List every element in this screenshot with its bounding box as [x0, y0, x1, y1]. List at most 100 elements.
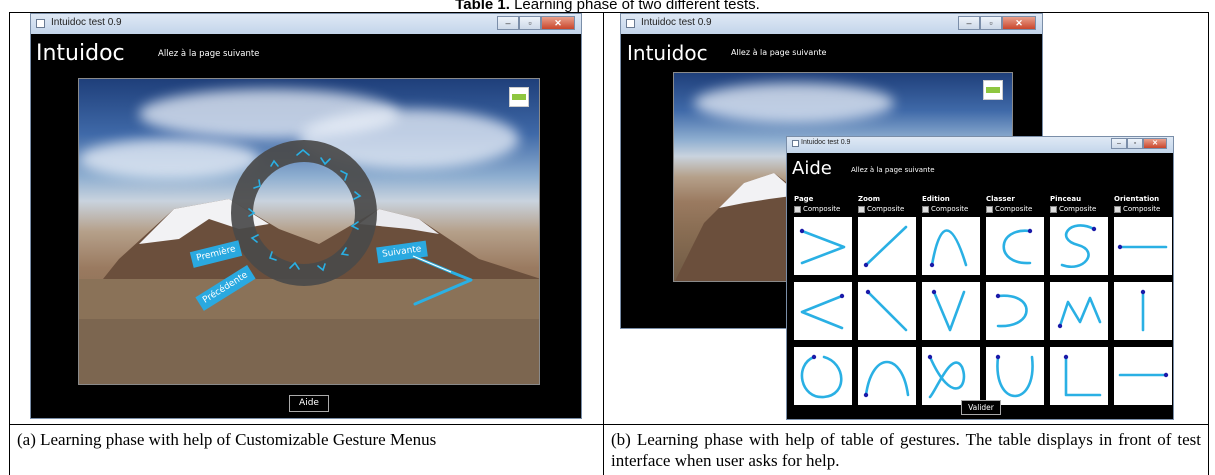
gesture-icon	[863, 360, 910, 398]
gesture-icon	[800, 354, 843, 399]
panel-a-window-title: Intuidoc test 0.9	[51, 17, 122, 28]
composite-label: Composite	[931, 205, 969, 213]
column-header-pinceau: Pinceau	[1050, 195, 1082, 203]
panel-a-app-title: Intuidoc	[36, 41, 125, 66]
close-button[interactable]: ✕	[1143, 138, 1167, 149]
help-titlebar: Intuidoc test 0.9 – ▫ ✕	[787, 137, 1173, 153]
gesture-icon	[1060, 224, 1097, 268]
maximize-button[interactable]: ▫	[519, 16, 541, 30]
composite-label: Composite	[1123, 205, 1161, 213]
composite-label: Composite	[995, 205, 1033, 213]
gesture-cell	[1114, 282, 1172, 340]
gesture-icon	[800, 293, 845, 330]
checkbox-box[interactable]	[1050, 205, 1057, 213]
minimize-button[interactable]: –	[497, 16, 519, 30]
gesture-cell	[986, 282, 1044, 340]
window-controls: – ▫ ✕	[958, 16, 1036, 31]
gesture-cell	[1050, 282, 1108, 340]
column-header-page: Page	[794, 195, 814, 203]
window-icon	[792, 140, 799, 147]
window-icon	[626, 19, 635, 28]
gesture-icon	[1118, 372, 1169, 378]
panel-b-titlebar: Intuidoc test 0.9 – ▫ ✕	[621, 14, 1042, 34]
gesture-cell	[986, 217, 1044, 275]
gesture-icon	[1057, 296, 1102, 329]
help-window-title: Intuidoc test 0.9	[801, 139, 851, 146]
panel-a-caption: (a) Learning phase with help of Customiz…	[17, 430, 437, 449]
table-border-right	[1208, 12, 1209, 475]
gesture-icon	[865, 289, 908, 332]
gesture-menu-ring[interactable]	[229, 138, 379, 288]
gesture-icon	[931, 289, 966, 332]
help-title: Aide	[792, 158, 832, 179]
help-button[interactable]: Aide	[289, 395, 329, 412]
gesture-icon	[863, 225, 908, 268]
checkbox-box[interactable]	[858, 205, 865, 213]
composite-checkbox-page[interactable]: Composite	[794, 205, 840, 213]
maximize-button[interactable]: ▫	[1127, 138, 1143, 149]
table-border-left	[9, 12, 10, 475]
gesture-icon	[1063, 354, 1102, 397]
column-header-zoom: Zoom	[858, 195, 880, 203]
gesture-icon	[929, 229, 968, 268]
table-border-mid	[603, 12, 604, 475]
composite-checkbox-pinceau[interactable]: Composite	[1050, 205, 1096, 213]
gesture-cell	[1114, 217, 1172, 275]
column-header-classer: Classer	[986, 195, 1015, 203]
panel-b-caption: (b) Learning phase with help of table of…	[611, 430, 1201, 470]
checkbox-box[interactable]	[986, 205, 993, 213]
panel-a-window: Intuidoc test 0.9 – ▫ ✕ Intuidoc Allez à…	[30, 13, 582, 419]
composite-checkbox-orientation[interactable]: Composite	[1114, 205, 1160, 213]
composite-label: Composite	[803, 205, 841, 213]
window-icon	[36, 19, 45, 28]
green-indicator-button[interactable]	[509, 87, 529, 107]
validate-button[interactable]: Valider	[961, 400, 1001, 415]
gesture-icon	[995, 293, 1028, 328]
maximize-button[interactable]: ▫	[980, 16, 1002, 30]
gesture-cell	[1050, 347, 1108, 405]
gesture-icon	[927, 354, 966, 399]
table-border-row	[9, 424, 1209, 425]
close-button[interactable]: ✕	[1002, 16, 1036, 30]
help-table-window: Intuidoc test 0.9 – ▫ ✕ Aide Allez à la …	[786, 136, 1174, 420]
gesture-cell	[794, 347, 852, 405]
panel-b-window-title: Intuidoc test 0.9	[641, 17, 712, 28]
gesture-cell	[986, 347, 1044, 405]
gesture-icon	[1140, 289, 1146, 332]
drawn-gesture-stroke	[411, 254, 473, 306]
composite-checkbox-edition[interactable]: Composite	[922, 205, 968, 213]
gesture-icon	[995, 354, 1034, 398]
gesture-cell	[858, 347, 916, 405]
checkbox-box[interactable]	[794, 205, 801, 213]
column-header-orientation: Orientation	[1114, 195, 1160, 203]
panel-a-app-subtitle: Allez à la page suivante	[158, 49, 260, 59]
close-button[interactable]: ✕	[541, 16, 575, 30]
column-header-edition: Edition	[922, 195, 950, 203]
composite-checkbox-classer[interactable]: Composite	[986, 205, 1032, 213]
gesture-cell	[1114, 347, 1172, 405]
panel-a-titlebar: Intuidoc test 0.9 – ▫ ✕	[31, 14, 581, 34]
panel-b-app-title: Intuidoc	[627, 41, 708, 65]
gesture-icon	[799, 228, 846, 265]
minimize-button[interactable]: –	[1111, 138, 1127, 149]
gesture-cell	[922, 282, 980, 340]
gesture-icon	[1002, 228, 1033, 265]
gesture-cell	[922, 217, 980, 275]
composite-label: Composite	[867, 205, 905, 213]
composite-checkbox-zoom[interactable]: Composite	[858, 205, 904, 213]
help-subtitle: Allez à la page suivante	[851, 166, 935, 174]
gesture-cell	[794, 217, 852, 275]
window-controls: – ▫ ✕	[497, 16, 575, 31]
minimize-button[interactable]: –	[958, 16, 980, 30]
gesture-cell	[1050, 217, 1108, 275]
checkbox-box[interactable]	[1114, 205, 1121, 213]
gesture-cell	[858, 217, 916, 275]
gesture-cell	[922, 347, 980, 405]
checkbox-box[interactable]	[922, 205, 929, 213]
gesture-icon	[1117, 244, 1168, 250]
gesture-cell	[858, 282, 916, 340]
panel-b-app-subtitle: Allez à la page suivante	[731, 48, 827, 57]
green-indicator-button[interactable]	[983, 80, 1003, 100]
gesture-cell	[794, 282, 852, 340]
composite-label: Composite	[1059, 205, 1097, 213]
